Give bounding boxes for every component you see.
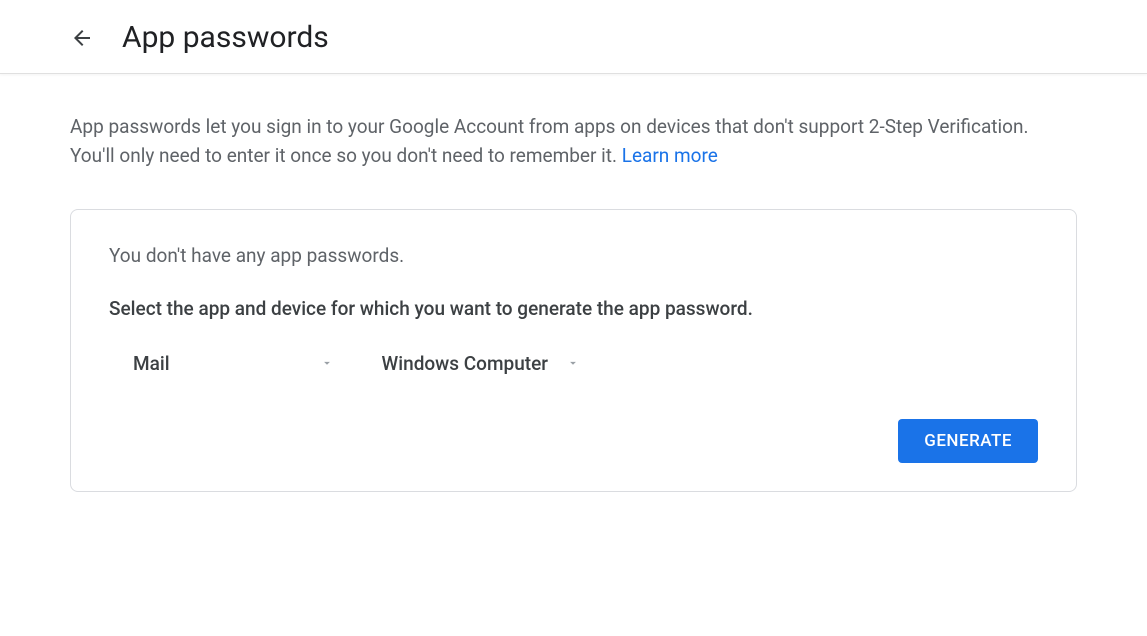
- instruction-text: Select the app and device for which you …: [109, 297, 1038, 320]
- content-area: App passwords let you sign in to your Go…: [0, 74, 1147, 492]
- page-title: App passwords: [122, 20, 329, 55]
- back-arrow-icon[interactable]: [70, 26, 94, 50]
- learn-more-link[interactable]: Learn more: [622, 144, 718, 167]
- description-text: App passwords let you sign in to your Go…: [70, 112, 1077, 171]
- empty-state-text: You don't have any app passwords.: [109, 244, 1038, 267]
- app-select[interactable]: Mail: [133, 352, 334, 375]
- page-header: App passwords: [0, 0, 1147, 74]
- dropdown-icon: [566, 356, 580, 370]
- app-passwords-card: You don't have any app passwords. Select…: [70, 209, 1077, 492]
- dropdown-icon: [320, 356, 334, 370]
- device-select-value: Windows Computer: [382, 352, 548, 375]
- device-select[interactable]: Windows Computer: [382, 352, 580, 375]
- actions-row: GENERATE: [109, 419, 1038, 463]
- selects-row: Mail Windows Computer: [109, 352, 1038, 375]
- generate-button[interactable]: GENERATE: [898, 419, 1038, 463]
- description-body: App passwords let you sign in to your Go…: [70, 115, 1028, 167]
- app-select-value: Mail: [133, 352, 170, 375]
